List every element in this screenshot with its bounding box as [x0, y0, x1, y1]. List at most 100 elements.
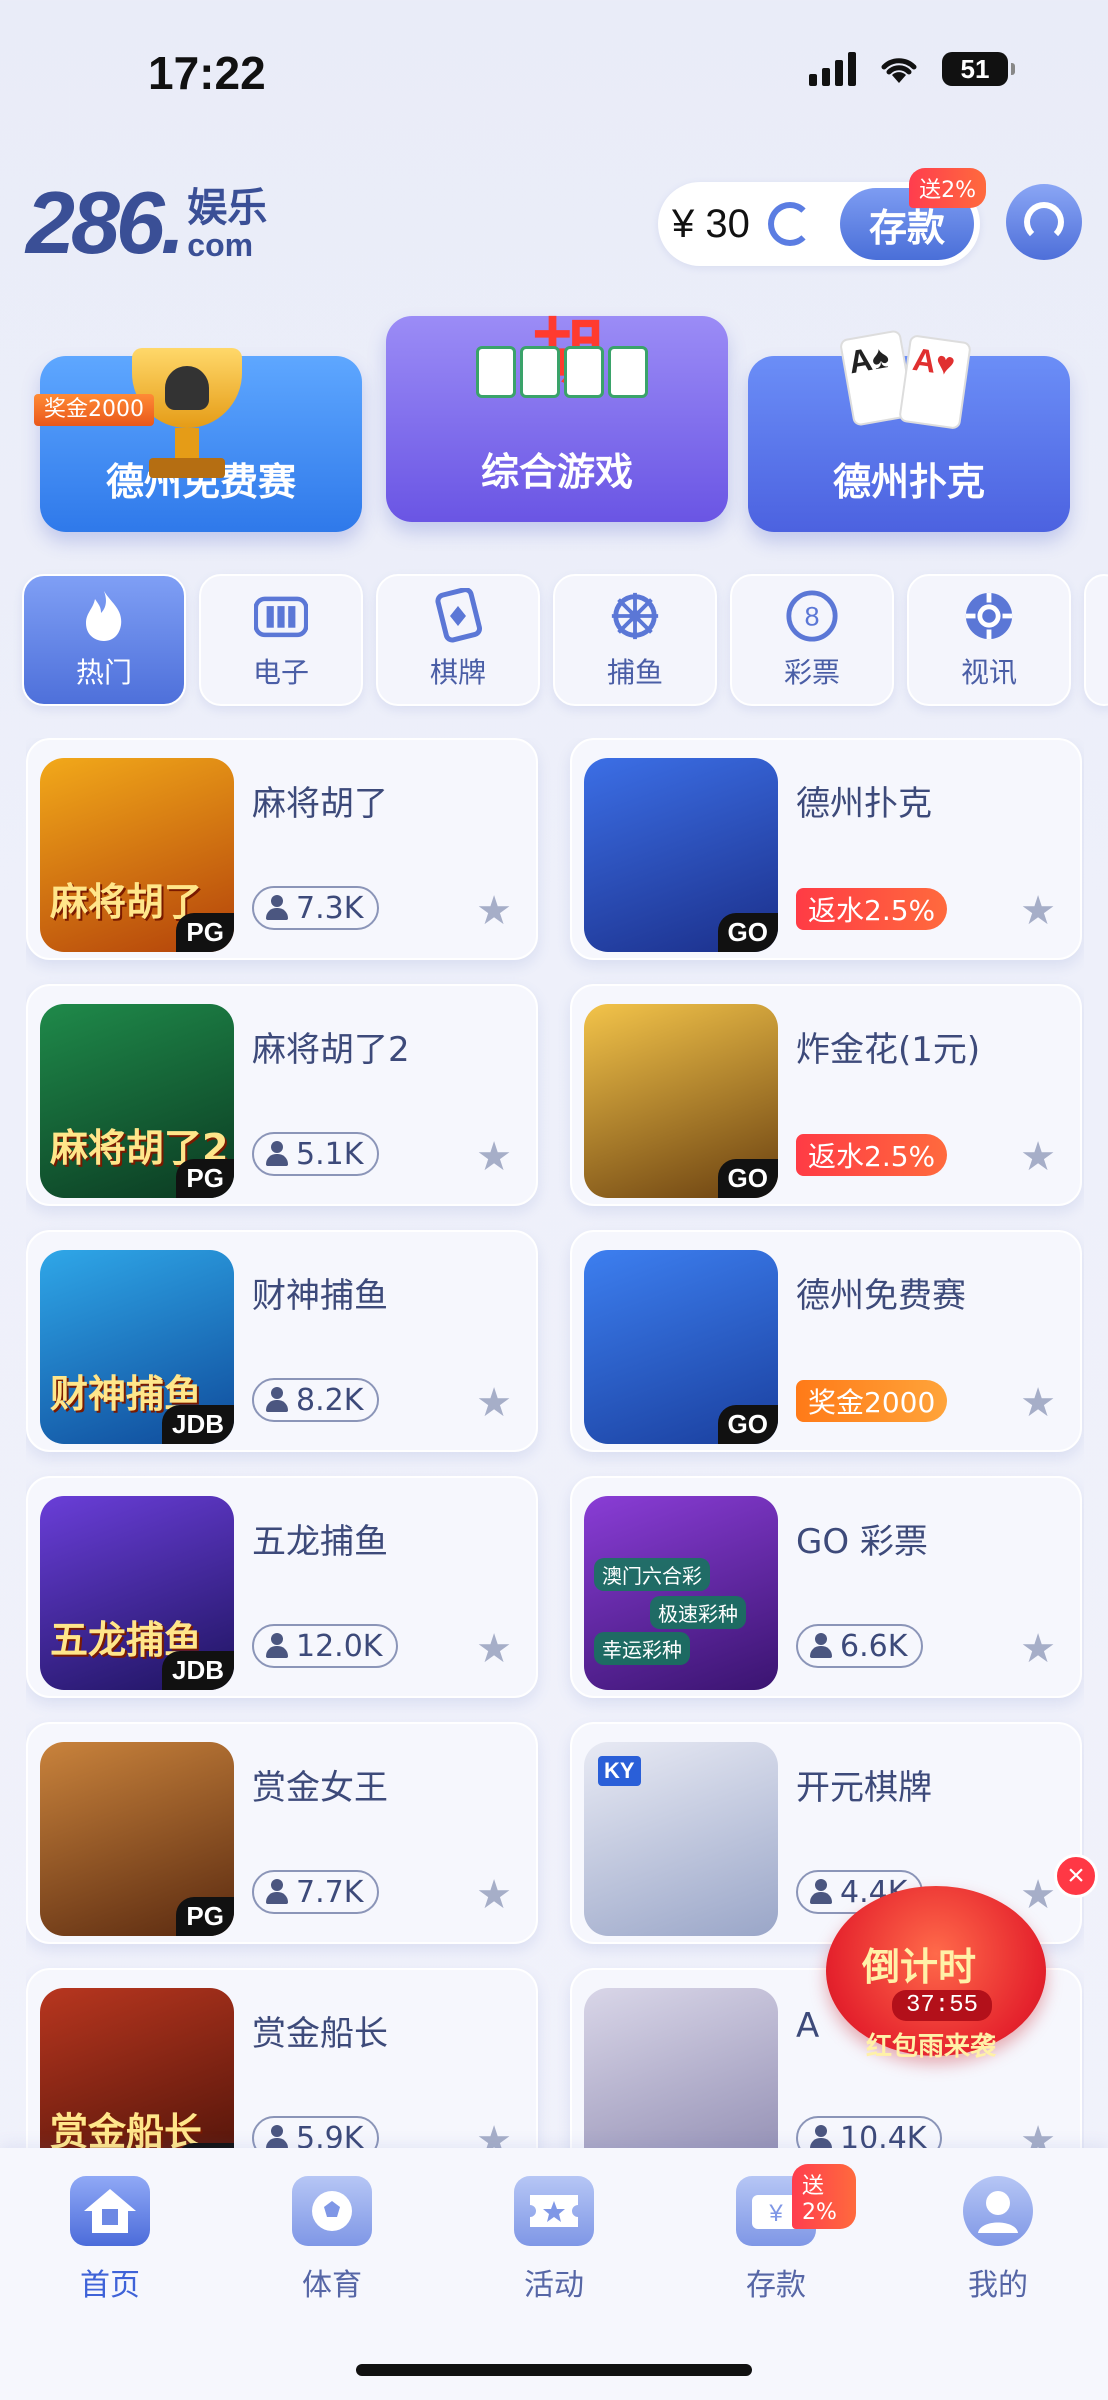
- flame-icon: [77, 589, 131, 643]
- game-title: 麻将胡了: [252, 784, 388, 824]
- game-title: 德州扑克: [796, 784, 932, 824]
- headset-icon: [1024, 202, 1064, 242]
- lottery-label: 澳门六合彩: [594, 1558, 710, 1591]
- red-envelope-promo[interactable]: 倒计时 37:55 红包雨来袭: [826, 1866, 1052, 2066]
- game-title: 五龙捕鱼: [252, 1522, 388, 1562]
- brand-logo: 286. 娱乐 com: [26, 172, 267, 274]
- favorite-star-icon[interactable]: ★: [1020, 1380, 1056, 1426]
- tab-cards[interactable]: 棋牌: [376, 574, 540, 706]
- customer-service-button[interactable]: [1006, 184, 1082, 260]
- clock: 17:22: [148, 47, 266, 99]
- nav-deposit-promo-badge: 送2%: [792, 2164, 856, 2229]
- slot-machine-icon: [254, 589, 308, 643]
- nav-home[interactable]: 首页: [30, 2176, 190, 2304]
- player-count: 7.7K: [252, 1870, 380, 1914]
- game-title: 赏金船长: [252, 2014, 388, 2054]
- tab-fishing[interactable]: 捕鱼: [553, 574, 717, 706]
- game-title: 财神捕鱼: [252, 1276, 388, 1316]
- game-thumbnail: [584, 1988, 778, 2148]
- balance-amount: ¥ 30: [672, 201, 750, 246]
- prize-tag: 奖金2000: [34, 394, 154, 426]
- provider-badge: PG: [176, 1159, 234, 1198]
- game-thumbnail: 麻将胡了 PG: [40, 758, 234, 952]
- player-count: 12.0K: [252, 1624, 399, 1668]
- game-thumbnail: 五龙捕鱼 JDB: [40, 1496, 234, 1690]
- game-thumbnail: KY: [584, 1742, 778, 1936]
- tab-hot[interactable]: 热门: [22, 574, 186, 706]
- status-bar: 17:22 51: [0, 0, 1108, 140]
- provider-badge: JDB: [161, 1651, 234, 1690]
- favorite-star-icon[interactable]: ★: [476, 1380, 512, 1426]
- lottery-label: 幸运彩种: [594, 1632, 690, 1665]
- game-thumbnail: GO: [584, 1004, 778, 1198]
- game-card[interactable]: GO 炸金花(1元) 返水2.5% ★: [570, 984, 1082, 1206]
- nav-deposit[interactable]: ¥ 存款 送2%: [696, 2164, 856, 2304]
- provider-badge: JDB: [161, 1405, 234, 1444]
- banner-all-games[interactable]: 胡 综合游戏: [386, 311, 728, 522]
- user-icon: [266, 1879, 288, 1905]
- deposit-promo-badge: 送2%: [909, 168, 986, 208]
- game-card[interactable]: GO 德州免费赛 奖金2000 ★: [570, 1230, 1082, 1452]
- chip-icon: [962, 589, 1016, 643]
- game-title: 赏金女王: [252, 1768, 388, 1808]
- tab-lottery[interactable]: 8 彩票: [730, 574, 894, 706]
- tab-more[interactable]: [1084, 574, 1108, 706]
- favorite-star-icon[interactable]: ★: [476, 2118, 512, 2148]
- game-card[interactable]: 麻将胡了 PG 麻将胡了 7.3K ★: [26, 738, 538, 960]
- favorite-star-icon[interactable]: ★: [476, 1872, 512, 1918]
- game-thumbnail: GO: [584, 758, 778, 952]
- player-count: 5.1K: [252, 1132, 380, 1176]
- game-thumbnail: 赏金船长PG: [40, 1988, 234, 2148]
- banner-texas-freeroll[interactable]: 奖金2000 德州免费赛: [34, 348, 362, 532]
- fishing-wheel-icon: [608, 589, 662, 643]
- user-icon: [266, 1387, 288, 1413]
- favorite-star-icon[interactable]: ★: [1020, 888, 1056, 934]
- game-card[interactable]: 五龙捕鱼 JDB 五龙捕鱼 12.0K ★: [26, 1476, 538, 1698]
- favorite-star-icon[interactable]: ★: [476, 1626, 512, 1672]
- tab-slots[interactable]: 电子: [199, 574, 363, 706]
- game-card[interactable]: PG 赏金女王 7.7K ★: [26, 1722, 538, 1944]
- game-thumbnail: PG: [40, 1742, 234, 1936]
- tab-live[interactable]: 视讯: [907, 574, 1071, 706]
- svg-text:8: 8: [804, 602, 819, 632]
- user-icon: [266, 1633, 288, 1659]
- user-icon: [810, 2125, 832, 2148]
- feature-banners: 奖金2000 德州免费赛 胡 综合游戏 A♠ A♥ 德州扑克: [0, 290, 1108, 550]
- cellular-signal-icon: [809, 52, 856, 86]
- favorite-star-icon[interactable]: ★: [1020, 1134, 1056, 1180]
- nav-profile[interactable]: 我的: [918, 2176, 1078, 2304]
- category-tabs: 热门 电子 棋牌 捕鱼 8 彩票 视讯: [22, 574, 1108, 706]
- player-count: 8.2K: [252, 1378, 380, 1422]
- game-card[interactable]: 赏金船长PG赏金船长5.9K★: [26, 1968, 538, 2148]
- favorite-star-icon[interactable]: ★: [476, 1134, 512, 1180]
- logo-domain: com: [187, 227, 254, 263]
- wifi-icon: [881, 58, 917, 83]
- user-icon: [810, 1633, 832, 1659]
- game-card[interactable]: 财神捕鱼 JDB 财神捕鱼 8.2K ★: [26, 1230, 538, 1452]
- lottery-ball-icon: 8: [785, 589, 839, 643]
- nav-sports[interactable]: 体育: [252, 2176, 412, 2304]
- favorite-star-icon[interactable]: ★: [1020, 2118, 1056, 2148]
- game-card[interactable]: GO 德州扑克 返水2.5% ★: [570, 738, 1082, 960]
- banner-texas-poker[interactable]: A♠ A♥ 德州扑克: [748, 329, 1070, 532]
- battery-icon: 51: [942, 52, 1015, 86]
- nav-events[interactable]: 活动: [474, 2176, 634, 2304]
- logo-number: 286.: [26, 173, 185, 272]
- close-promo-button[interactable]: ×: [1054, 1854, 1098, 1898]
- favorite-star-icon[interactable]: ★: [476, 888, 512, 934]
- refresh-icon[interactable]: [767, 202, 812, 246]
- mahjong-icon: 胡: [466, 294, 648, 414]
- provider-badge: GO: [717, 1159, 778, 1198]
- provider-badge: PG: [176, 1897, 234, 1936]
- provider-badge: GO: [717, 913, 778, 952]
- rebate-badge: 返水2.5%: [796, 1134, 948, 1176]
- game-card[interactable]: 麻将胡了2 PG 麻将胡了2 5.1K ★: [26, 984, 538, 1206]
- home-icon: [70, 2176, 150, 2246]
- game-card[interactable]: 澳门六合彩 极速彩种 幸运彩种 GO 彩票 6.6K ★: [570, 1476, 1082, 1698]
- favorite-star-icon[interactable]: ★: [1020, 1626, 1056, 1672]
- game-thumbnail: 澳门六合彩 极速彩种 幸运彩种: [584, 1496, 778, 1690]
- cards-icon: [431, 588, 485, 643]
- svg-text:¥: ¥: [768, 2200, 783, 2227]
- logo-cn: 娱乐: [187, 185, 268, 231]
- provider-badge: PG: [176, 913, 234, 952]
